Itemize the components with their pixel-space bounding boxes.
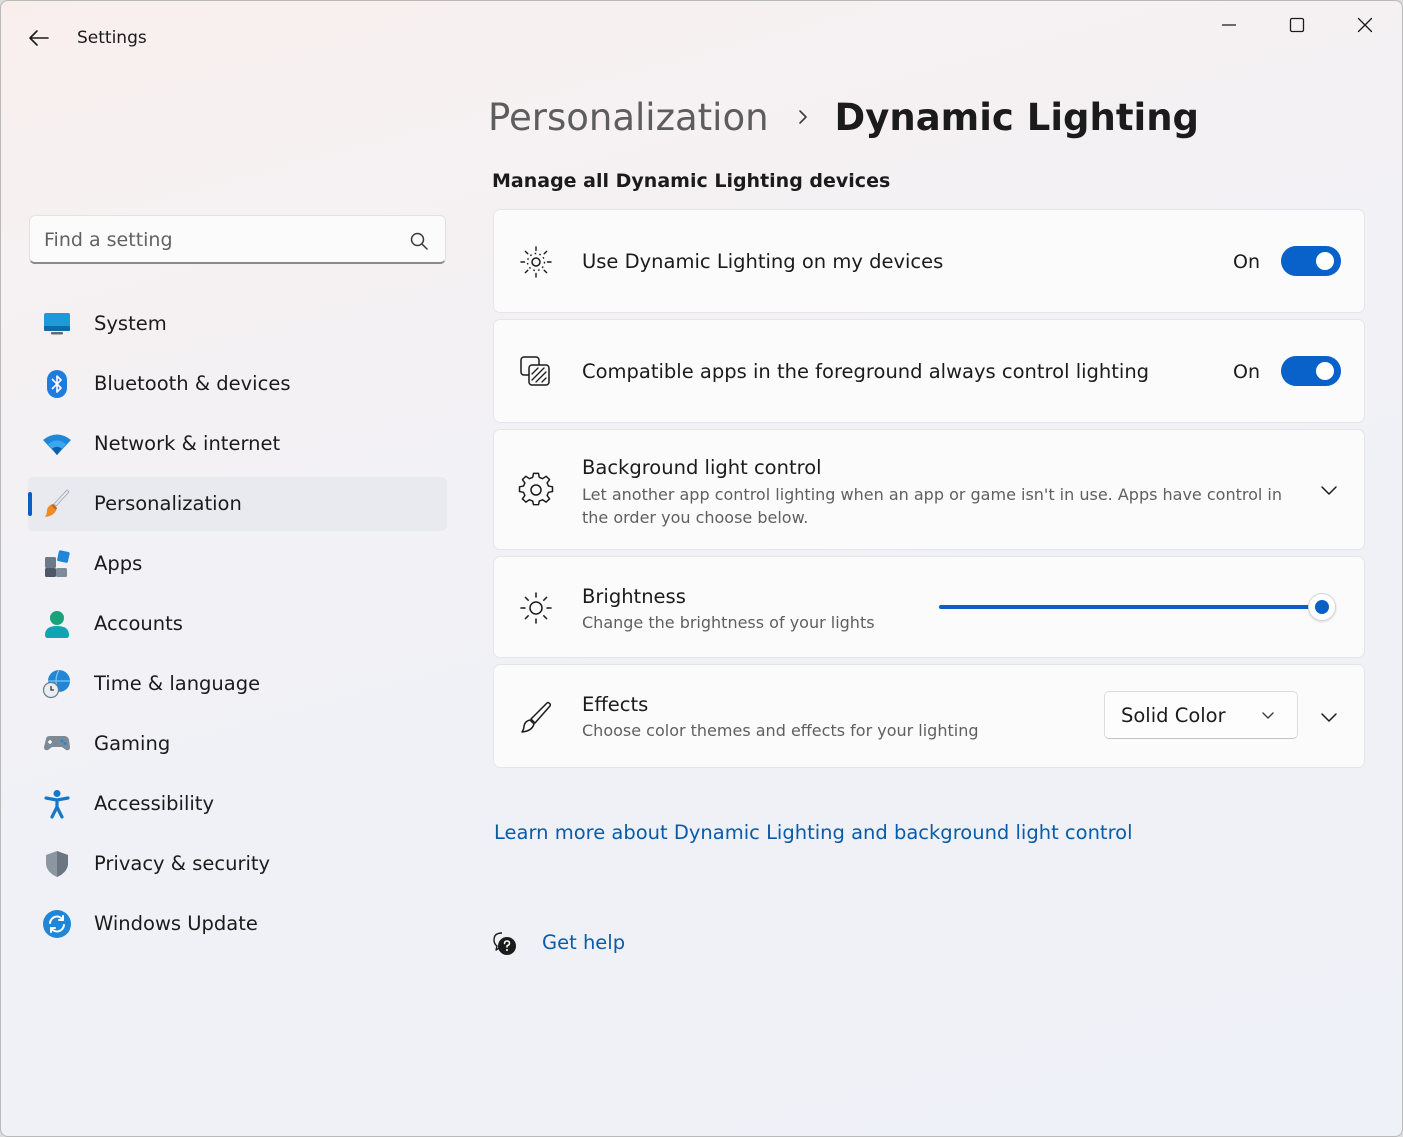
- maximize-button[interactable]: [1265, 7, 1329, 43]
- person-icon: [45, 611, 69, 638]
- brightness-slider-thumb[interactable]: [1308, 593, 1336, 621]
- search-input[interactable]: [44, 224, 404, 256]
- minimize-icon: [1222, 24, 1236, 26]
- wifi-icon: [43, 434, 71, 455]
- sidebar-item-label: Bluetooth & devices: [94, 372, 291, 395]
- sidebar-item-personalization[interactable]: Personalization: [28, 477, 447, 531]
- search-icon[interactable]: [408, 230, 430, 252]
- close-icon: [1357, 17, 1373, 33]
- setting-title: Compatible apps in the foreground always…: [582, 360, 1150, 383]
- effects-card[interactable]: Effects Choose color themes and effects …: [493, 664, 1365, 768]
- setting-title: Brightness: [582, 585, 686, 608]
- maximize-icon: [1289, 17, 1305, 33]
- sidebar-item-time-language[interactable]: Time & language: [28, 657, 447, 711]
- sidebar-item-apps[interactable]: Apps: [28, 537, 447, 591]
- sidebar-item-label: Windows Update: [94, 912, 258, 935]
- brush-icon: [521, 701, 552, 733]
- sidebar-item-label: Privacy & security: [94, 852, 271, 875]
- close-button[interactable]: [1333, 7, 1397, 43]
- help-chat-icon[interactable]: [491, 930, 519, 958]
- brightness-slider-track[interactable]: [939, 605, 1322, 609]
- apps-icon: [45, 550, 70, 577]
- breadcrumb: Personalization Dynamic Lighting: [488, 89, 1199, 145]
- sun-icon: [520, 592, 552, 624]
- gamepad-icon: [44, 736, 70, 751]
- sync-icon: [43, 910, 71, 938]
- chevron-right-icon: [798, 110, 807, 124]
- expand-button[interactable]: [1314, 475, 1344, 505]
- sidebar-item-label: Network & internet: [94, 432, 281, 455]
- app-title: Settings: [77, 28, 147, 48]
- sidebar-item-network[interactable]: Network & internet: [28, 417, 447, 471]
- sidebar-item-label: Time & language: [94, 672, 261, 695]
- sidebar-item-label: Accounts: [94, 612, 183, 635]
- settings-window: Settings Find a setting System Bluetooth…: [0, 0, 1403, 1137]
- sidebar-item-accounts[interactable]: Accounts: [28, 597, 447, 651]
- title-bar: Settings: [1, 1, 1402, 75]
- monitor-icon: [44, 313, 70, 335]
- shield-icon: [46, 851, 68, 877]
- breadcrumb-parent[interactable]: Personalization: [488, 96, 769, 139]
- accessibility-icon: [44, 790, 70, 819]
- compatible-apps-toggle[interactable]: [1281, 356, 1341, 386]
- paintbrush-icon: [45, 489, 70, 517]
- globe-clock-icon: [42, 669, 70, 699]
- expand-button[interactable]: [1314, 702, 1344, 732]
- setting-title: Effects: [582, 693, 649, 716]
- sidebar-item-label: Apps: [94, 552, 143, 575]
- use-dynamic-lighting-card: Use Dynamic Lighting on my devices On: [493, 209, 1365, 313]
- sidebar-item-label: Gaming: [94, 732, 171, 755]
- sidebar-item-label: Accessibility: [94, 792, 214, 815]
- toggle-state-label: On: [1233, 361, 1260, 383]
- get-help-link[interactable]: Get help: [542, 931, 625, 954]
- setting-description: Let another app control lighting when an…: [582, 485, 1282, 527]
- toggle-state-label: On: [1233, 251, 1260, 273]
- dynamic-lighting-icon: [520, 246, 552, 278]
- background-light-control-card[interactable]: Background light control Let another app…: [493, 429, 1365, 550]
- page-title: Dynamic Lighting: [834, 95, 1200, 139]
- search-box: [29, 215, 446, 264]
- learn-more-link[interactable]: Learn more about Dynamic Lighting and ba…: [494, 821, 1133, 844]
- sidebar-item-gaming[interactable]: Gaming: [28, 717, 447, 771]
- setting-title: Background light control: [582, 456, 822, 479]
- chevron-down-icon: [1321, 486, 1337, 495]
- use-dynamic-lighting-toggle[interactable]: [1281, 246, 1341, 276]
- sidebar-item-system[interactable]: System: [28, 297, 447, 351]
- setting-title: Use Dynamic Lighting on my devices: [582, 250, 944, 273]
- sidebar-item-label: Personalization: [94, 492, 242, 515]
- compatible-apps-card: Compatible apps in the foreground always…: [493, 319, 1365, 423]
- sidebar-nav: System Bluetooth & devices Network & int…: [28, 297, 447, 957]
- arrow-left-icon: [29, 30, 49, 46]
- chevron-down-icon: [1262, 712, 1274, 719]
- dropdown-selected-value: Solid Color: [1121, 704, 1226, 727]
- section-title: Manage all Dynamic Lighting devices: [492, 170, 891, 192]
- gear-icon: [518, 472, 554, 506]
- sidebar-item-accessibility[interactable]: Accessibility: [28, 777, 447, 831]
- sidebar-item-privacy[interactable]: Privacy & security: [28, 837, 447, 891]
- chevron-down-icon: [1321, 713, 1337, 722]
- back-button[interactable]: [21, 23, 57, 53]
- sidebar-item-windows-update[interactable]: Windows Update: [28, 897, 447, 951]
- bluetooth-icon: [47, 370, 67, 398]
- sidebar-item-label: System: [94, 312, 167, 335]
- effects-dropdown[interactable]: Solid Color: [1104, 691, 1298, 739]
- minimize-button[interactable]: [1197, 7, 1261, 43]
- setting-description: Change the brightness of your lights: [582, 613, 875, 632]
- setting-description: Choose color themes and effects for your…: [582, 721, 979, 740]
- sidebar-item-bluetooth[interactable]: Bluetooth & devices: [28, 357, 447, 411]
- brightness-card: Brightness Change the brightness of your…: [493, 556, 1365, 658]
- layered-squares-icon: [520, 356, 550, 386]
